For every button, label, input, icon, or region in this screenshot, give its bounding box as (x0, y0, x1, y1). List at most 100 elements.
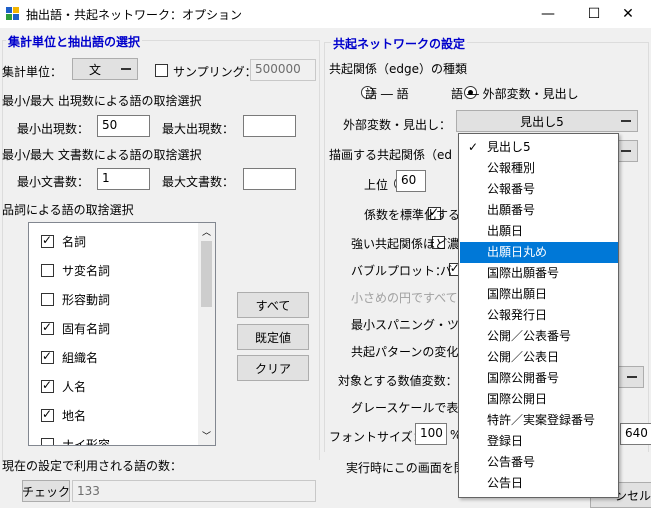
list-item[interactable]: 組織名 (41, 343, 98, 372)
dropdown-item-label: 登録日 (487, 434, 524, 448)
dropdown-item-label: 公告日 (487, 476, 524, 490)
dropdown-item[interactable]: 公告番号 (460, 452, 618, 473)
edge-type-label: 共起関係（edge）の種類 (329, 62, 468, 76)
network-settings-group-title: 共起ネットワークの設定 (331, 35, 468, 52)
pos-list[interactable]: 名詞 サ変名詞 形容動詞 固有名詞 組織名 人名 地名 ナイ形容 ︿ ﹀ (28, 222, 216, 446)
dropdown-item[interactable]: 公開／公表日 (460, 347, 618, 368)
dropdown-item-label: 国際公開日 (487, 392, 548, 406)
dropdown-item[interactable]: ✓ 見出し5 (460, 137, 618, 158)
sampling-checkbox[interactable] (155, 64, 168, 77)
top-input[interactable]: 60 (396, 170, 426, 192)
external-var-label: 外部変数・見出し： (343, 118, 452, 132)
list-item[interactable]: 人名 (41, 372, 86, 401)
list-item-label: サ変名詞 (62, 264, 111, 278)
dropdown-item-selected[interactable]: 出願日丸め (460, 242, 618, 263)
list-item[interactable]: 固有名詞 (41, 314, 110, 343)
doc-heading: 最小/最大 文書数による語の取捨選択 (2, 148, 202, 162)
dropdown-item-label: 公開／公表番号 (487, 329, 572, 343)
scrollbar-thumb[interactable] (201, 241, 212, 307)
pos-checkbox[interactable] (41, 320, 54, 335)
unit-select-value: 文 (88, 62, 101, 77)
unit-label: 集計単位： (2, 65, 63, 79)
dropdown-item[interactable]: 国際出願日 (460, 284, 618, 305)
word-selection-group-title: 集計単位と抽出語の選択 (6, 33, 143, 50)
pos-heading: 品詞による語の取捨選択 (2, 203, 134, 217)
pos-checkbox[interactable] (41, 293, 54, 306)
dropdown-item[interactable]: 公開／公表番号 (460, 326, 618, 347)
dropdown-item[interactable]: 国際公開日 (460, 389, 618, 410)
list-item[interactable]: サ変名詞 (41, 256, 110, 285)
pos-checkbox[interactable] (41, 349, 54, 364)
min-freq-input[interactable]: 50 (97, 115, 150, 137)
check-button[interactable]: チェック (22, 480, 70, 502)
target-var-label: 対象とする数値変数： (338, 374, 458, 388)
select-all-button[interactable]: すべて (237, 292, 309, 318)
chevron-down-icon (621, 150, 631, 152)
dropdown-item[interactable]: 国際出願番号 (460, 263, 618, 284)
dropdown-item-label: 公告番号 (487, 455, 536, 469)
clear-button[interactable]: クリア (237, 355, 309, 381)
pos-checkbox[interactable] (41, 378, 54, 393)
min-doc-input[interactable]: 1 (97, 168, 150, 190)
pos-checkbox[interactable] (41, 407, 54, 422)
strong-edges-label: 強い共起関係ほど濃 (351, 237, 460, 251)
sampling-label: サンプリング： (173, 65, 257, 79)
max-doc-input[interactable] (243, 168, 296, 190)
dropdown-item-label: 公開／公表日 (487, 350, 560, 364)
list-item[interactable]: ナイ形容 (41, 430, 110, 445)
list-item-label: 名詞 (62, 235, 87, 249)
list-scrollbar[interactable]: ︿ ﹀ (198, 223, 215, 445)
dropdown-item-label: 特許／実案登録番号 (487, 413, 596, 427)
sampling-input[interactable]: 500000 (250, 59, 316, 81)
dropdown-item[interactable]: 出願番号 (460, 200, 618, 221)
list-item-label: 組織名 (62, 351, 99, 365)
list-item[interactable]: 名詞 (41, 227, 86, 256)
list-item[interactable]: 地名 (41, 401, 86, 430)
min-doc-label: 最小文書数： (17, 175, 90, 189)
pos-checkbox[interactable] (41, 438, 54, 445)
dropdown-item-label: 国際公開番号 (487, 371, 560, 385)
pos-checkbox[interactable] (41, 233, 54, 248)
dropdown-item-label: 出願日丸め (487, 245, 548, 259)
grayscale-label: グレースケールで表現 (351, 401, 471, 415)
small-circle-label: 小さめの円ですべての (351, 291, 470, 305)
dropdown-item-label: 国際出願日 (487, 287, 548, 301)
dropdown-item[interactable]: 出願日 (460, 221, 618, 242)
standardize-label: 係数を標準化する (364, 208, 461, 222)
list-item-label: 固有名詞 (62, 322, 111, 336)
dropdown-item-label: 公報種別 (487, 161, 536, 175)
dropdown-item-label: 公報発行日 (487, 308, 548, 322)
dropdown-item[interactable]: 登録日 (460, 431, 618, 452)
chevron-down-icon (621, 120, 631, 122)
chevron-down-icon (627, 376, 637, 378)
dropdown-item[interactable]: 国際公開番号 (460, 368, 618, 389)
max-freq-input[interactable] (243, 115, 296, 137)
bubble-plot-label: バブルプロット： (351, 264, 448, 278)
external-var-dropdown[interactable]: ✓ 見出し5 公報種別 公報番号 出願番号 出願日 出願日丸め 国際出願番号 国際… (458, 133, 619, 498)
close-on-run-label: 実行時にこの画面を閉 (346, 461, 466, 475)
list-item-label: 形容動詞 (62, 293, 111, 307)
close-button[interactable]: ✕ (605, 0, 651, 28)
pos-checkbox[interactable] (41, 264, 54, 277)
external-var-value: 見出し5 (520, 114, 564, 129)
dropdown-item[interactable]: 公告日 (460, 473, 618, 494)
dropdown-item[interactable]: 公報番号 (460, 179, 618, 200)
chevron-up-icon[interactable]: ︿ (202, 225, 211, 238)
dropdown-item[interactable]: 公報種別 (460, 158, 618, 179)
dropdown-item[interactable]: 特許／実案登録番号 (460, 410, 618, 431)
minimize-button[interactable]: — (525, 0, 571, 28)
external-var-select[interactable]: 見出し5 (456, 110, 638, 132)
font-size-label: フォントサイズ： (329, 430, 425, 444)
plot-size-input[interactable]: 640 (620, 423, 651, 445)
unit-select[interactable]: 文 (72, 58, 138, 80)
min-freq-label: 最小出現数： (17, 122, 90, 136)
chevron-down-icon[interactable]: ﹀ (202, 429, 211, 442)
freq-heading: 最小/最大 出現数による語の取捨選択 (2, 94, 202, 108)
list-item[interactable]: 形容動詞 (41, 285, 110, 314)
dropdown-item[interactable]: 公報発行日 (460, 305, 618, 326)
max-doc-label: 最大文書数： (162, 175, 235, 189)
word-count-value: 133 (72, 480, 316, 502)
top-label: 上位 (364, 178, 389, 192)
font-size-input[interactable]: 100 (415, 423, 447, 445)
default-button[interactable]: 既定値 (237, 324, 309, 350)
